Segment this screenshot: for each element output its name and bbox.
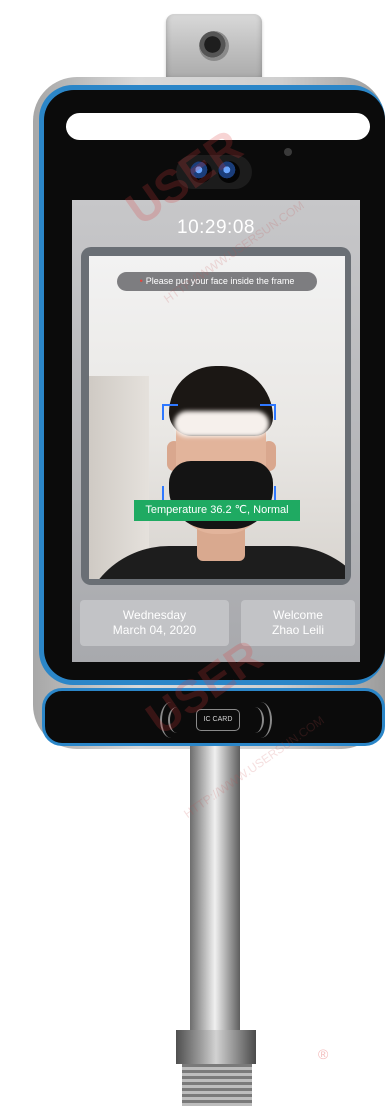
- camera-preview: [89, 256, 345, 579]
- watermark-registered-mark: ®: [318, 1046, 329, 1062]
- face-prompt-banner: • Please put your face inside the frame: [117, 272, 317, 291]
- thermal-sensor-lens: [199, 31, 229, 61]
- face-prompt-text: Please put your face inside the frame: [145, 276, 295, 286]
- face-detection-frame: [162, 404, 276, 502]
- temperature-badge: Temperature 36.2 ℃, Normal: [134, 500, 300, 521]
- user-name-label: Zhao Leili: [271, 623, 325, 637]
- ir-sensor-dot: [284, 148, 292, 156]
- welcome-card: Welcome Zhao Leili: [241, 600, 355, 646]
- welcome-label: Welcome: [273, 608, 323, 622]
- background-wall: [89, 376, 149, 579]
- clock: 10:29:08: [177, 217, 255, 238]
- pole-thread: [182, 1064, 252, 1106]
- detect-corner-top-right: [260, 404, 276, 420]
- pole-nut: [176, 1030, 256, 1064]
- alert-dot-icon: •: [139, 276, 143, 286]
- detect-corner-top-left: [162, 404, 178, 420]
- date-label: March 04, 2020: [112, 623, 197, 637]
- date-card: Wednesday March 04, 2020: [80, 600, 229, 646]
- weekday-label: Wednesday: [122, 608, 187, 622]
